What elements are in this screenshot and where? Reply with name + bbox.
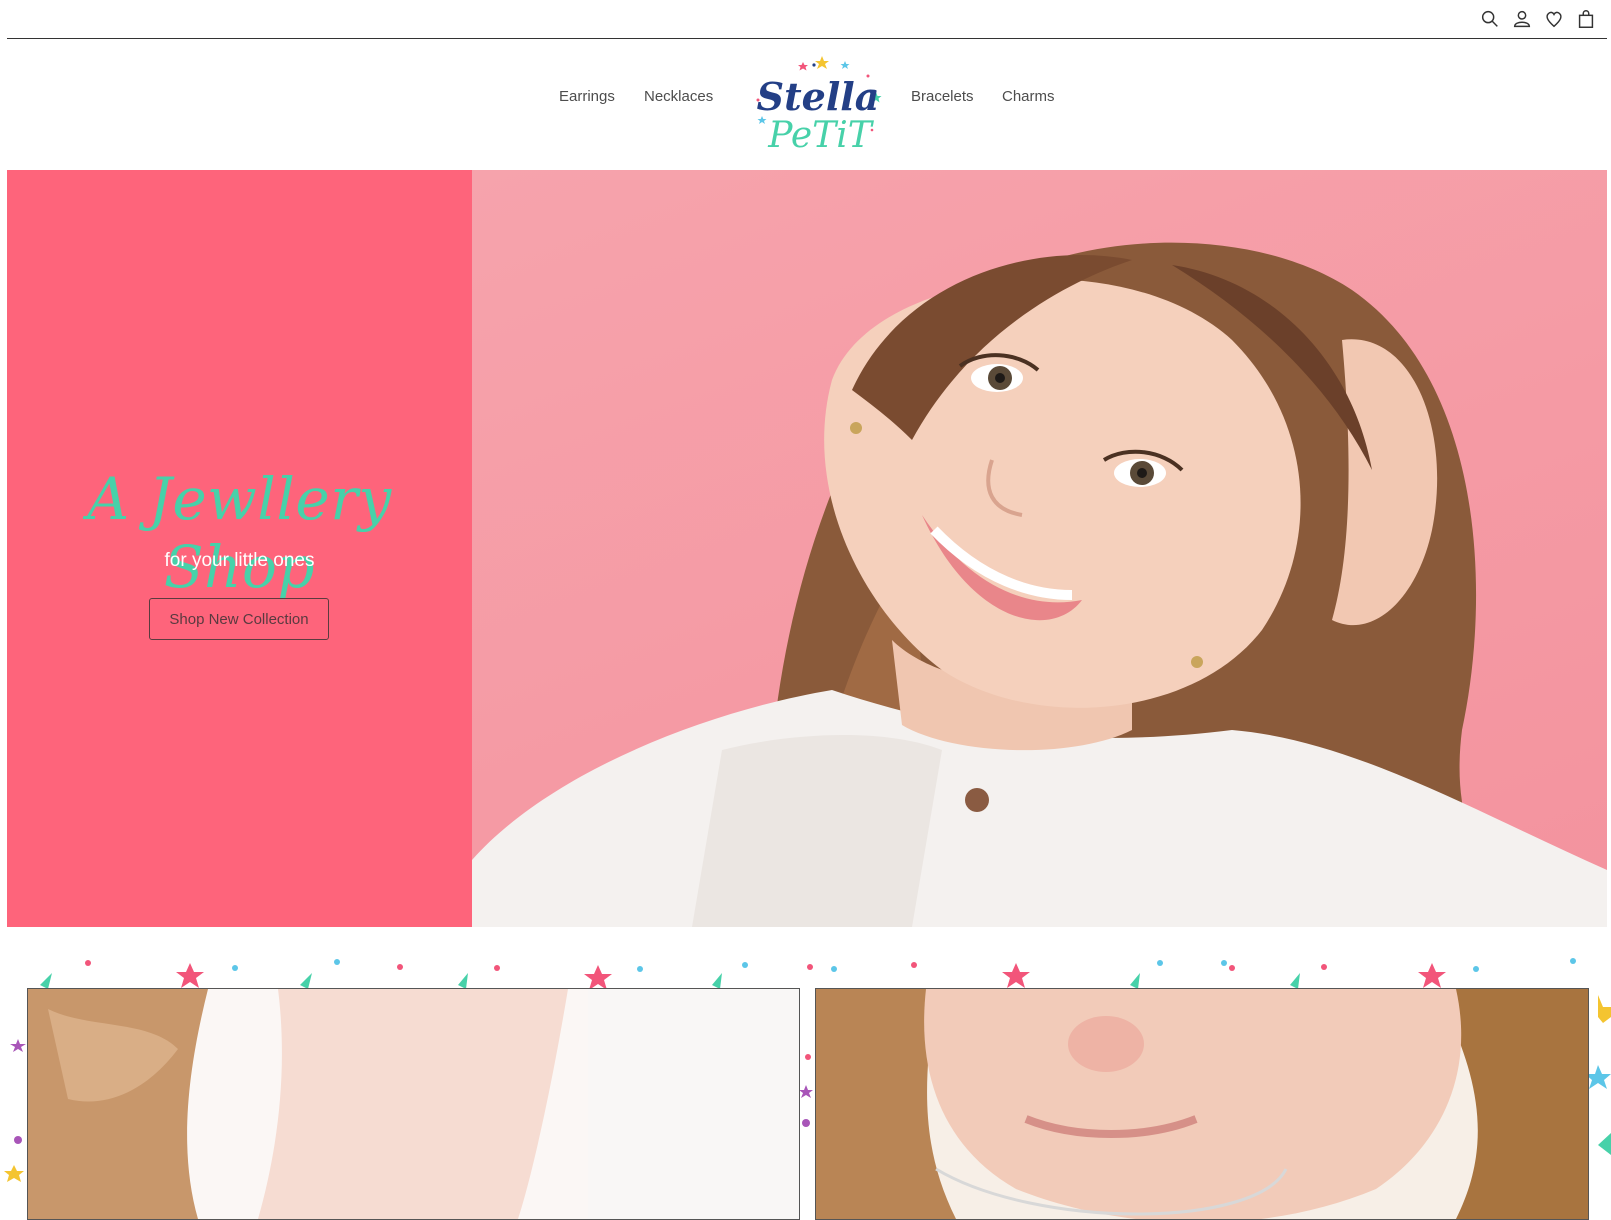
logo-word-stella: Stella — [757, 74, 880, 119]
search-icon[interactable] — [1479, 8, 1501, 30]
nav-necklaces[interactable]: Necklaces — [644, 88, 713, 105]
stella-petit-logo[interactable]: Stella PeTiT — [748, 52, 888, 156]
hero-text-panel: A Jewllery Shop for your little ones Sho… — [7, 170, 472, 927]
card-photo-girl-necklace — [816, 989, 1588, 1219]
top-utility-bar — [7, 0, 1607, 39]
user-icon[interactable] — [1511, 8, 1533, 30]
nav-bracelets[interactable]: Bracelets — [911, 88, 974, 105]
category-card-necklaces[interactable] — [815, 988, 1589, 1220]
logo-word-petit: PeTiT — [767, 115, 874, 156]
card-photo-arm — [28, 989, 799, 1219]
hero-illustration — [472, 242, 1607, 927]
nav-earrings[interactable]: Earrings — [559, 88, 615, 105]
hero-headline: A Jewllery Shop — [87, 465, 392, 601]
bag-icon[interactable] — [1575, 8, 1597, 30]
hero-subheadline: for your little ones — [164, 550, 315, 571]
nav-charms[interactable]: Charms — [1002, 88, 1055, 105]
hero-photo-girl — [472, 170, 1607, 927]
shop-new-collection-button[interactable]: Shop New Collection — [149, 598, 329, 640]
heart-icon[interactable] — [1543, 8, 1565, 30]
category-card-bracelets[interactable] — [27, 988, 800, 1220]
header-icons — [1479, 8, 1597, 30]
